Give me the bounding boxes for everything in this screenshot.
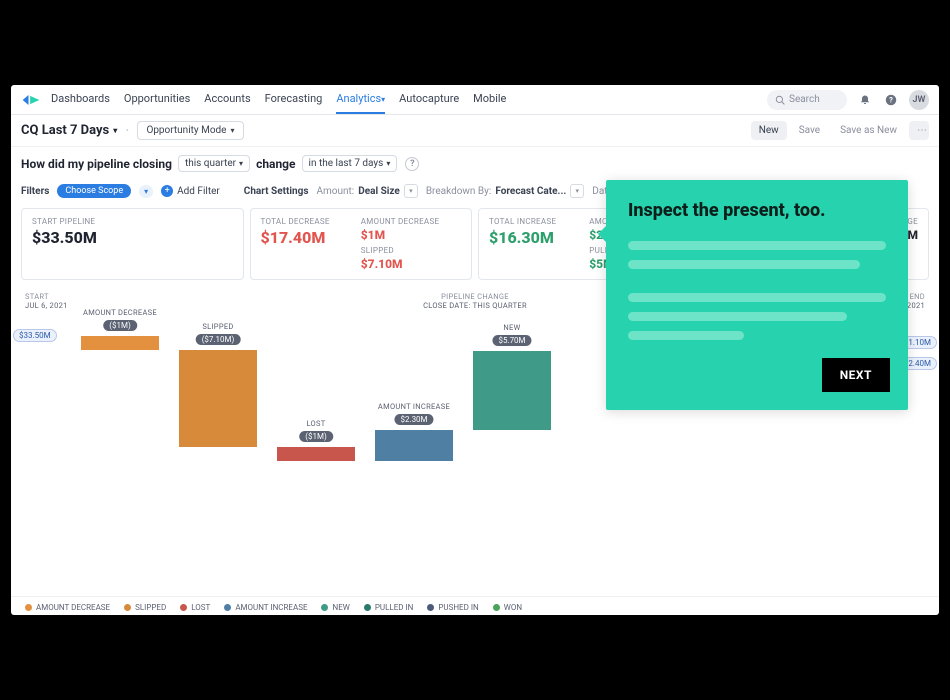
bar-name-label: NEW [473,323,551,332]
bar-value-pill: $5.70M [492,335,531,346]
nav-accounts[interactable]: Accounts [204,85,250,114]
breakdown-value: Forecast Cate... [495,186,566,197]
mode-select[interactable]: Opportunity Mode▾ [137,121,243,140]
top-nav: Dashboards Opportunities Accounts Forecasti… [11,85,939,115]
start-pipeline-value: $33.50M [32,228,233,247]
question-text: change [256,157,295,171]
nav-autocapture[interactable]: Autocapture [399,85,459,114]
axis-start-label: $33.50M [13,329,57,342]
save-button[interactable]: Save [791,121,828,140]
breakdown-select[interactable]: ▾ [570,184,584,198]
legend-item: PULLED IN [364,603,414,612]
next-button[interactable]: NEXT [822,358,890,392]
breakdown-label: Breakdown By: [426,186,491,197]
new-button[interactable]: New [751,121,787,140]
amount-select[interactable]: ▾ [404,184,418,198]
nav-dashboards[interactable]: Dashboards [51,85,110,114]
card-start-pipeline: START PIPELINE$33.50M [21,208,244,280]
plus-icon: + [161,185,173,197]
legend-item: SLIPPED [124,603,166,612]
question-row: How did my pipeline closing this quarter… [11,147,939,180]
legend-item: AMOUNT DECREASE [25,603,110,612]
chevron-down-icon: ▾ [113,126,117,135]
legend-item: NEW [321,603,349,612]
chart-settings-label: Chart Settings [244,186,309,197]
view-title[interactable]: CQ Last 7 Days▾ [21,123,117,138]
chart-legend: AMOUNT DECREASE SLIPPED LOST AMOUNT INCREAS… [11,596,939,615]
total-decrease-value: $17.40M [261,228,361,247]
legend-item: PUSHED IN [427,603,478,612]
waterfall-bar [375,430,453,462]
avatar[interactable]: JW [909,90,929,110]
popover-caret-icon [598,226,606,242]
bar-name-label: LOST [277,419,355,428]
chevron-down-icon: ▾ [230,126,234,135]
tour-popover: Inspect the present, too. NEXT [606,180,908,410]
waterfall-bar [81,336,159,350]
legend-item: LOST [180,603,210,612]
filters-label: Filters [21,186,49,197]
sub-header: CQ Last 7 Days▾ · Opportunity Mode▾ New … [11,115,939,147]
search-placeholder: Search [789,94,820,105]
bar-name-label: AMOUNT INCREASE [375,402,453,411]
tour-title: Inspect the present, too. [628,200,886,221]
bell-icon[interactable] [857,92,873,108]
bar-value-pill: ($7.10M) [196,334,241,345]
svg-text:?: ? [889,95,893,104]
waterfall-bar [473,351,551,429]
help-icon[interactable]: ? [405,157,419,171]
total-increase-value: $16.30M [489,228,589,247]
more-menu[interactable]: ⋯ [909,121,929,140]
nav-forecasting[interactable]: Forecasting [265,85,323,114]
legend-item: WON [493,603,522,612]
bar-value-pill: $2.30M [394,414,433,425]
nav-analytics[interactable]: Analytics ▾ [336,85,385,114]
amount-value: Deal Size [358,186,400,197]
bar-value-pill: ($1M) [103,320,137,331]
bar-name-label: AMOUNT DECREASE [81,308,159,317]
search-input[interactable]: Search [767,90,847,110]
waterfall-bar [277,447,355,461]
scope-quarter-select[interactable]: this quarter▾ [178,155,250,172]
nav-mobile[interactable]: Mobile [473,85,506,114]
app-logo [21,92,41,108]
waterfall-bar [179,350,257,448]
search-icon [775,95,785,105]
amount-label: Amount: [316,186,354,197]
scope-range-select[interactable]: in the last 7 days▾ [302,155,398,172]
add-filter-button[interactable]: +Add Filter [161,185,220,197]
scope-dropdown[interactable]: ▾ [139,185,153,198]
question-text: How did my pipeline closing [21,157,172,171]
bar-value-pill: ($1M) [299,431,333,442]
help-icon[interactable]: ? [883,92,899,108]
nav-opportunities[interactable]: Opportunities [124,85,190,114]
bar-name-label: SLIPPED [179,322,257,331]
card-total-decrease: TOTAL DECREASE$17.40M AMOUNT DECREASE$1M… [250,208,473,280]
save-as-new-button[interactable]: Save as New [832,121,905,140]
choose-scope-button[interactable]: Choose Scope [57,184,131,198]
legend-item: AMOUNT INCREASE [224,603,307,612]
